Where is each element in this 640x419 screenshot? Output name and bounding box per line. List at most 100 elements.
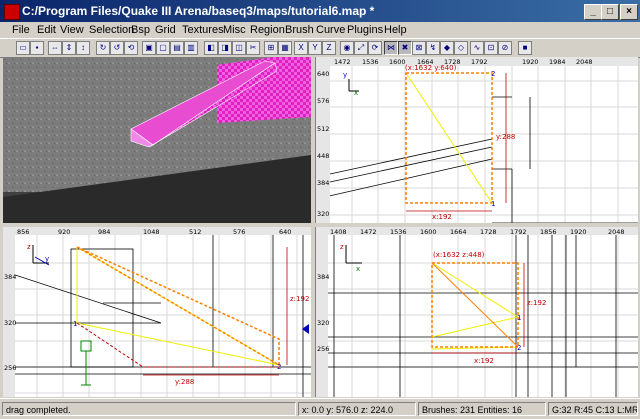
csg-merge-icon[interactable]: ◨ <box>218 41 232 55</box>
tick-label: 984 <box>98 228 110 236</box>
minimize-button[interactable]: _ <box>584 4 602 20</box>
menu-help[interactable]: Help <box>384 24 407 36</box>
texture-lock-icon[interactable]: ⊡ <box>484 41 498 55</box>
drag-edges-icon[interactable]: ⋈ <box>384 41 398 55</box>
view-z-icon[interactable]: Z <box>322 41 336 55</box>
change-view-icon[interactable]: ⊞ <box>264 41 278 55</box>
menu-selection[interactable]: Selection <box>89 24 134 36</box>
size-y-label: y:288 <box>175 378 194 386</box>
camera-view[interactable] <box>3 57 311 223</box>
tick-label: 512 <box>189 228 201 236</box>
tick-label: 1792 <box>471 58 488 66</box>
tick-label: 448 <box>317 152 329 160</box>
title-bar: C:/Program Files/Quake III Arena/baseq3/… <box>0 0 640 22</box>
toolbar: ▭ ▪ ⇔ ⇕ ↕ ↻ ↺ ⟲ ▣ ▢ ▤ ▥ ◧ ◨ ◫ ✂ ⊞ ▦ X Y Z ◉ ⤢ ⟳ ⋈ ✖ ⊠ ↯ ◆ ◇ ∿ ⊡ ⊘ ■ <box>0 38 640 58</box>
tick-label: 1984 <box>549 58 566 66</box>
flip-x-icon[interactable]: ⇔ <box>48 41 62 55</box>
menu-region[interactable]: Region <box>250 24 285 36</box>
tick-label: 256 <box>317 345 329 353</box>
drag-vertices-icon[interactable]: ✖ <box>398 41 412 55</box>
view-x-icon[interactable]: X <box>294 41 308 55</box>
close-button[interactable]: × <box>620 4 638 20</box>
axis-label-horizontal: y <box>45 255 49 263</box>
coord-label: (x:1632 z:448) <box>433 251 485 259</box>
scale-icon[interactable]: ⤢ <box>354 41 368 55</box>
csg-subtract-icon[interactable]: ◧ <box>204 41 218 55</box>
flip-y-icon[interactable]: ⇕ <box>62 41 76 55</box>
tick-label: 1472 <box>334 58 351 66</box>
tick-label: 384 <box>317 179 329 187</box>
radiant-app-icon <box>4 4 20 20</box>
vertex-label: 2 <box>517 344 521 352</box>
tick-label: 2048 <box>608 228 625 236</box>
vertex-label: 1 <box>491 200 495 208</box>
menu-edit[interactable]: Edit <box>37 24 56 36</box>
hollow-icon[interactable]: ◫ <box>232 41 246 55</box>
window-title: C:/Program Files/Quake III Arena/baseq3/… <box>22 4 375 18</box>
camera-icon[interactable]: ◉ <box>340 41 354 55</box>
menu-misc[interactable]: Misc <box>223 24 246 36</box>
view-y-icon[interactable]: Y <box>308 41 322 55</box>
select-partial-tall-icon[interactable]: ▤ <box>170 41 184 55</box>
menu-plugins[interactable]: Plugins <box>347 24 383 36</box>
region-icon[interactable]: ■ <box>518 41 532 55</box>
tick-label: 1920 <box>570 228 587 236</box>
select-touching-icon[interactable]: ▥ <box>184 41 198 55</box>
rotate-icon[interactable]: ⟳ <box>368 41 382 55</box>
tick-label: 1728 <box>444 58 461 66</box>
select-complete-tall-icon[interactable]: ▣ <box>142 41 156 55</box>
size-y-label: y:288 <box>496 133 515 141</box>
tick-label: 856 <box>17 228 29 236</box>
axis-label-vertical: y <box>343 71 347 79</box>
save-icon[interactable]: ▪ <box>30 41 44 55</box>
status-message: drag completed. <box>2 402 296 416</box>
xy-view-top[interactable]: y x (x:1632 y:640) x:192 y:288 2 1 1472 … <box>315 57 638 223</box>
tick-label: 1048 <box>143 228 160 236</box>
rotate-x-icon[interactable]: ↻ <box>96 41 110 55</box>
yz-view[interactable]: z y z:192 y:288 1 2 856 920 984 1048 512… <box>3 227 311 397</box>
patch-bend-icon[interactable]: ↯ <box>426 41 440 55</box>
vertex-label: 2 <box>277 363 281 371</box>
size-z-label: z:192 <box>527 299 546 307</box>
axis-label-vertical: z <box>27 243 31 251</box>
tick-label: 1920 <box>522 58 539 66</box>
rotate-y-icon[interactable]: ↺ <box>110 41 124 55</box>
tick-label: 1664 <box>417 58 434 66</box>
menu-bsp[interactable]: Bsp <box>131 24 150 36</box>
menu-file[interactable]: File <box>12 24 30 36</box>
maximize-button[interactable]: □ <box>601 4 619 20</box>
menu-grid[interactable]: Grid <box>155 24 176 36</box>
thicken-icon[interactable]: ◇ <box>454 41 468 55</box>
open-icon[interactable]: ▭ <box>16 41 30 55</box>
rotate-z-icon[interactable]: ⟲ <box>124 41 138 55</box>
tick-label: 640 <box>279 228 291 236</box>
view-pointer-icon <box>302 324 309 334</box>
tick-label: 576 <box>317 97 329 105</box>
status-counts: Brushes: 231 Entities: 16 <box>418 402 546 416</box>
xz-view[interactable]: z x (x:1632 z:448) z:192 x:192 1 2 1408 … <box>315 227 638 397</box>
tick-label: 920 <box>58 228 70 236</box>
menu-curve[interactable]: Curve <box>316 24 345 36</box>
size-x-label: x:192 <box>474 357 494 365</box>
horizontal-splitter[interactable] <box>3 223 637 227</box>
texture-view-icon[interactable]: ▦ <box>278 41 292 55</box>
cap-icon[interactable]: ◆ <box>440 41 454 55</box>
axis-label-horizontal: x <box>354 89 358 97</box>
tick-label: 2048 <box>576 58 593 66</box>
flip-z-icon[interactable]: ↕ <box>76 41 90 55</box>
menu-brush[interactable]: Brush <box>285 24 314 36</box>
menu-textures[interactable]: Textures <box>182 24 224 36</box>
tick-label: 640 <box>317 70 329 78</box>
rotation-lock-icon[interactable]: ⊘ <box>498 41 512 55</box>
camera-render <box>3 57 311 223</box>
clipper-icon[interactable]: ✂ <box>246 41 260 55</box>
menu-view[interactable]: View <box>60 24 84 36</box>
vertical-splitter[interactable] <box>311 57 315 397</box>
vertex-label: 1 <box>73 320 77 328</box>
size-z-label: z:192 <box>290 295 309 303</box>
axis-label-horizontal: x <box>356 265 360 273</box>
show-patches-icon[interactable]: ⊠ <box>412 41 426 55</box>
curve-icon[interactable]: ∿ <box>470 41 484 55</box>
select-inside-icon[interactable]: ▢ <box>156 41 170 55</box>
tick-label: 1792 <box>510 228 527 236</box>
